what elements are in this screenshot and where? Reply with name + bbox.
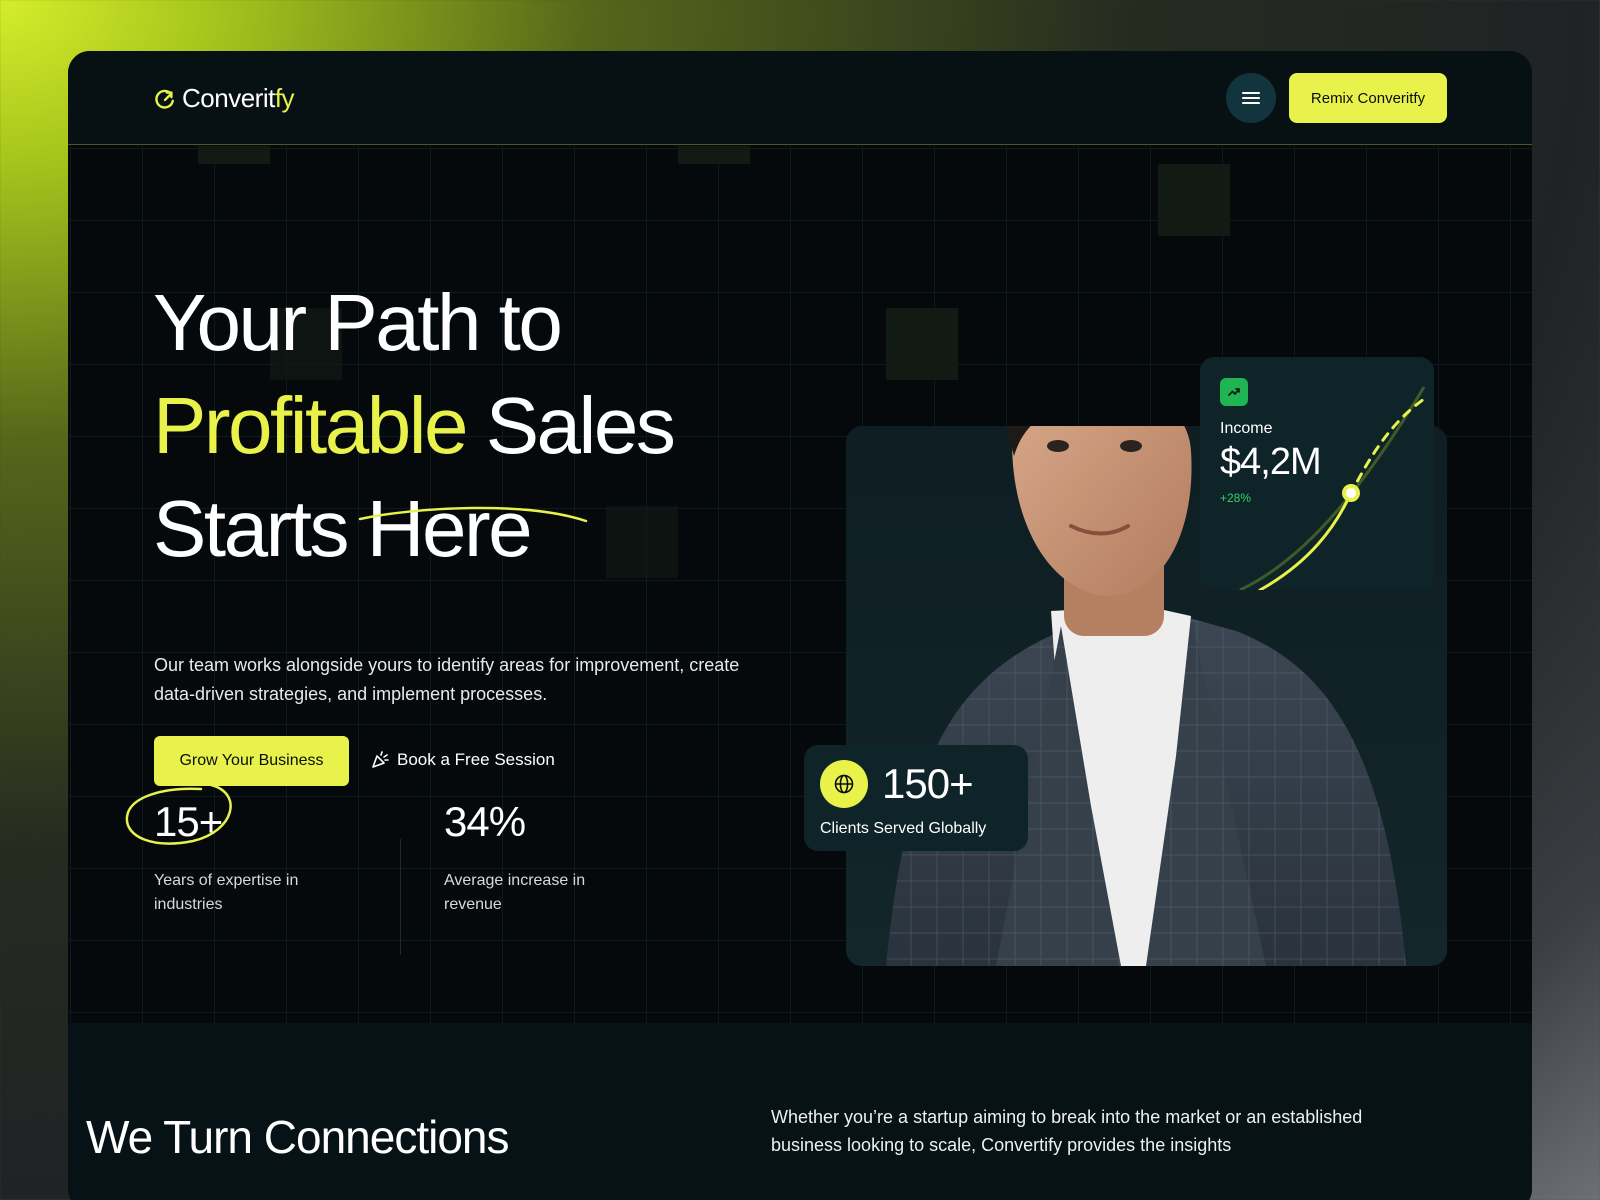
clients-card: 150+ Clients Served Globally bbox=[804, 745, 1028, 851]
book-session-label: Book a Free Session bbox=[397, 750, 555, 769]
brand-name: Converitfy bbox=[182, 83, 295, 114]
income-value: $4,2M bbox=[1220, 441, 1322, 483]
brand-logo[interactable]: Converitfy bbox=[154, 83, 295, 114]
logo-icon bbox=[155, 89, 174, 109]
hero-title-highlight: Profitable bbox=[153, 381, 468, 470]
highlight-underline bbox=[358, 506, 588, 523]
clients-label: Clients Served Globally bbox=[820, 820, 987, 837]
hero-title: Your Path to Profitable Sales Starts Her… bbox=[153, 271, 676, 580]
menu-button[interactable] bbox=[1226, 73, 1276, 123]
globe-icon bbox=[820, 760, 868, 808]
stat-years-label: Years of expertise in industries bbox=[154, 872, 299, 913]
stat-divider bbox=[400, 839, 401, 955]
book-session-link[interactable]: Book a Free Session bbox=[371, 750, 555, 770]
remix-button[interactable]: Remix Converitfy bbox=[1289, 73, 1447, 123]
brand-name-accent: fy bbox=[274, 83, 295, 113]
page-frame: Converitfy Remix Converitfy Your Path to… bbox=[68, 51, 1532, 1200]
brand-name-main: Converit bbox=[182, 83, 275, 113]
stat-revenue-value: 34% bbox=[444, 798, 526, 845]
hero-subtitle: Our team works alongside yours to identi… bbox=[154, 655, 740, 704]
trending-up-icon bbox=[1220, 378, 1248, 406]
hamburger-icon bbox=[1242, 92, 1260, 104]
income-card: Income $4,2M +28% bbox=[1200, 357, 1434, 590]
top-nav: Converitfy Remix Converitfy bbox=[68, 51, 1532, 145]
stat-revenue-label: Average increase in revenue bbox=[444, 872, 586, 913]
section2-text: Whether you’re a startup aiming to break… bbox=[771, 1107, 1363, 1155]
section2-title: We Turn Connections bbox=[86, 1111, 509, 1163]
income-change: +28% bbox=[1220, 491, 1252, 505]
hero-title-line1: Your Path to bbox=[153, 278, 563, 367]
hero-title-line2-rest: Sales bbox=[465, 381, 676, 470]
party-popper-icon bbox=[372, 751, 389, 768]
income-label: Income bbox=[1220, 420, 1273, 437]
clients-value: 150+ bbox=[882, 760, 974, 807]
stat-years-value: 15+ bbox=[154, 798, 223, 845]
hero-title-line3: Starts Here bbox=[153, 484, 533, 573]
